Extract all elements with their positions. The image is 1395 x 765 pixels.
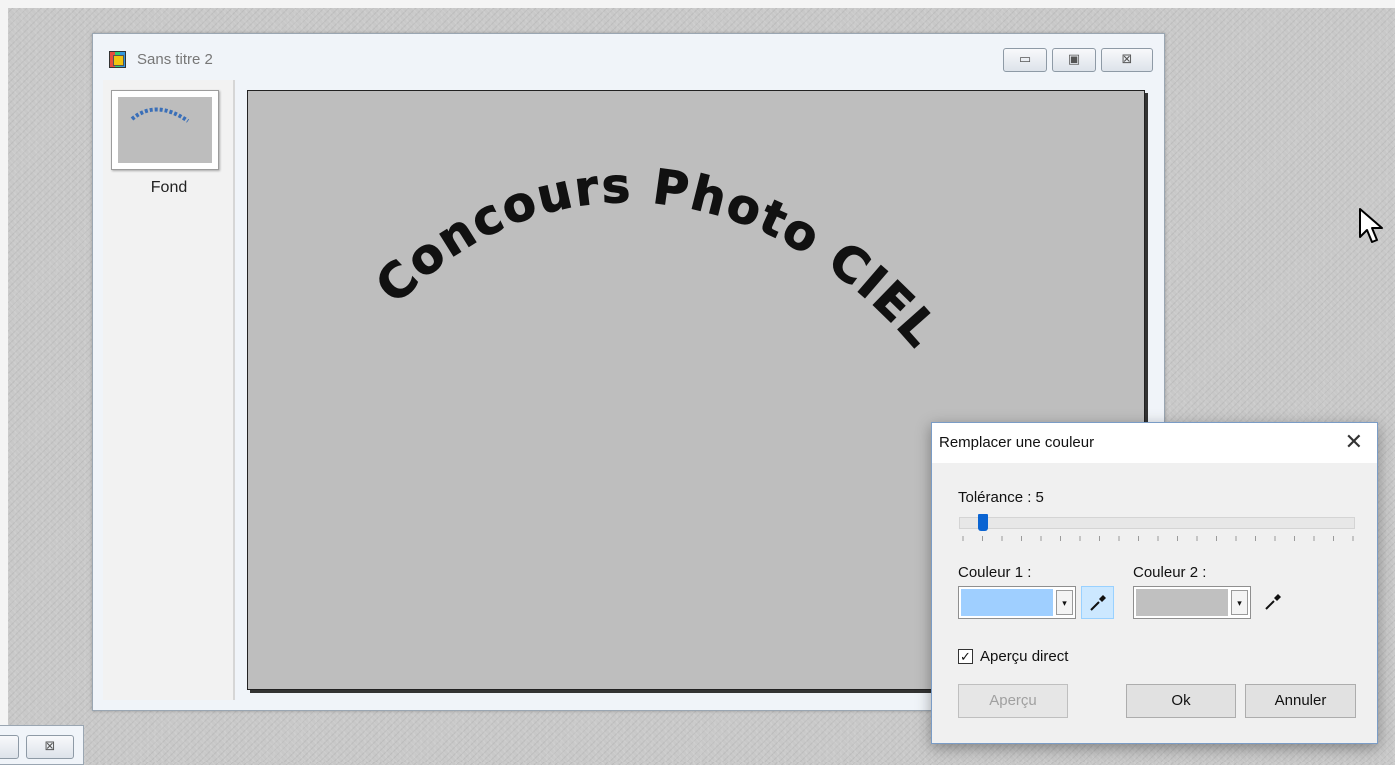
- minimize-icon: ▭: [1018, 52, 1032, 67]
- tolerance-label: Tolérance : 5: [958, 489, 1044, 506]
- eyedropper-icon: [1089, 595, 1106, 611]
- color1-dropdown[interactable]: ▾: [958, 586, 1076, 619]
- tolerance-slider-ticks: [962, 536, 1354, 541]
- canvas-text-path: Concours Photo CIEL: [365, 157, 948, 359]
- color2-label: Couleur 2 :: [1133, 564, 1207, 581]
- minimize-button[interactable]: ▭: [1003, 48, 1047, 72]
- mini-close-button[interactable]: ⊠: [26, 735, 74, 759]
- preview-button[interactable]: Aperçu: [958, 684, 1068, 718]
- dialog-close-icon[interactable]: ✕: [1345, 430, 1363, 454]
- color2-dropdown[interactable]: ▾: [1133, 586, 1251, 619]
- close-button[interactable]: ⊠: [1101, 48, 1153, 72]
- document-titlebar[interactable]: Sans titre 2 ▭ ▣ ⊠: [93, 34, 1164, 80]
- maximize-icon: ▣: [1067, 52, 1081, 67]
- layers-panel: Fond: [103, 80, 235, 700]
- close-icon: ⊠: [1121, 52, 1133, 67]
- live-preview-checkbox[interactable]: ✓: [958, 649, 973, 664]
- layer-thumbnail-preview: [118, 97, 212, 163]
- image-document-icon: [109, 51, 126, 68]
- chevron-down-icon[interactable]: ▾: [1056, 590, 1073, 615]
- screen-left-edge: [0, 0, 8, 762]
- canvas-curved-text: Concours Photo CIEL: [365, 158, 949, 359]
- color2-swatch: [1136, 589, 1228, 616]
- tolerance-slider-thumb[interactable]: [978, 514, 989, 531]
- minimized-window: ⊠: [0, 725, 84, 765]
- color1-eyedropper-button[interactable]: [1081, 586, 1114, 619]
- ok-button[interactable]: Ok: [1126, 684, 1236, 718]
- mouse-cursor-icon: [1359, 208, 1383, 243]
- screen-top-edge: [0, 0, 1395, 8]
- color2-eyedropper-button[interactable]: [1256, 586, 1289, 619]
- eyedropper-icon: [1264, 594, 1281, 610]
- dialog-titlebar[interactable]: Remplacer une couleur ✕: [932, 423, 1377, 463]
- live-preview-label[interactable]: Aperçu direct: [980, 648, 1068, 665]
- chevron-down-icon[interactable]: ▾: [1231, 590, 1248, 615]
- color1-label: Couleur 1 :: [958, 564, 1032, 581]
- dialog-title: Remplacer une couleur: [939, 434, 1095, 451]
- maximize-button[interactable]: ▣: [1052, 48, 1096, 72]
- color1-swatch: [961, 589, 1053, 616]
- cancel-button[interactable]: Annuler: [1245, 684, 1356, 718]
- layer-thumbnail-fond[interactable]: [111, 90, 219, 170]
- layer-name: Fond: [150, 179, 188, 196]
- close-icon: ⊠: [44, 739, 56, 754]
- replace-color-dialog: Remplacer une couleur ✕ Tolérance : 5 Co…: [931, 422, 1378, 744]
- document-title: Sans titre 2: [137, 51, 213, 68]
- mini-restore-button[interactable]: [0, 735, 19, 759]
- tolerance-slider-track[interactable]: [959, 517, 1355, 529]
